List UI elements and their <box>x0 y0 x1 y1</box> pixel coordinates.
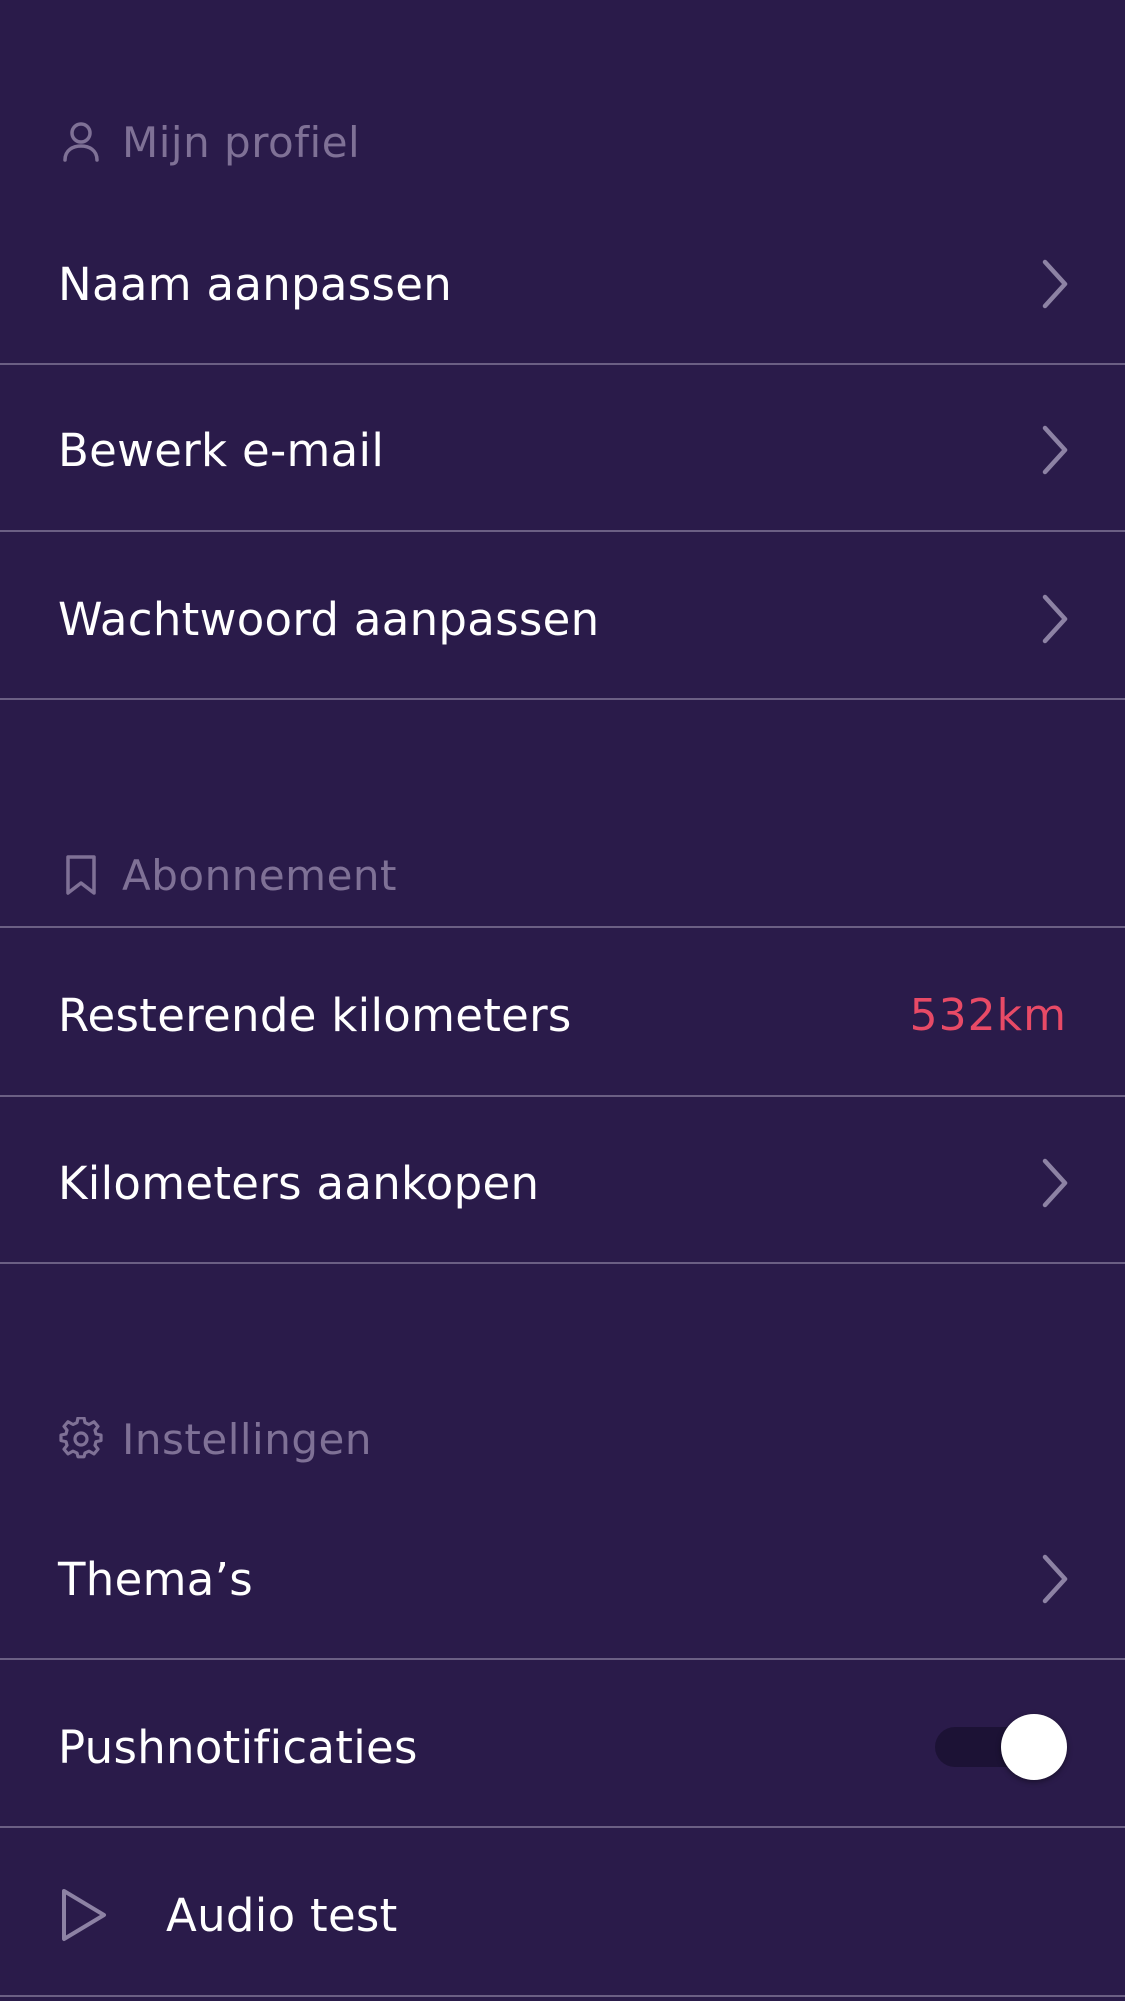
divider <box>0 926 1125 928</box>
divider <box>0 1995 1125 1997</box>
chevron-right-icon <box>1035 589 1075 649</box>
section-header-profile: Mijn profiel <box>58 112 360 172</box>
gear-icon <box>58 1416 104 1462</box>
section-title-subscription: Abonnement <box>122 850 398 900</box>
row-push-notifications: Pushnotificaties <box>0 1664 1125 1830</box>
row-edit-name[interactable]: Naam aanpassen <box>0 201 1125 367</box>
push-notifications-toggle[interactable] <box>935 1714 1067 1780</box>
row-label: Bewerk e-mail <box>58 423 385 477</box>
row-label: Resterende kilometers <box>58 988 572 1042</box>
chevron-right-icon <box>1035 1549 1075 1609</box>
section-header-settings: Instellingen <box>58 1409 372 1469</box>
row-edit-email[interactable]: Bewerk e-mail <box>0 367 1125 533</box>
row-label: Kilometers aankopen <box>58 1156 540 1210</box>
row-label: Naam aanpassen <box>58 257 453 311</box>
divider <box>0 1262 1125 1264</box>
divider <box>0 1095 1125 1097</box>
row-themes[interactable]: Thema’s <box>0 1496 1125 1662</box>
divider <box>0 363 1125 365</box>
row-label: Thema’s <box>58 1552 253 1606</box>
divider <box>0 1826 1125 1828</box>
divider <box>0 698 1125 700</box>
row-audio-test[interactable]: Audio test <box>0 1832 1125 1998</box>
chevron-right-icon <box>1035 420 1075 480</box>
section-header-subscription: Abonnement <box>58 845 397 905</box>
row-label: Wachtwoord aanpassen <box>58 592 600 646</box>
play-icon <box>58 1885 110 1945</box>
row-buy-kilometers[interactable]: Kilometers aankopen <box>0 1100 1125 1266</box>
chevron-right-icon <box>1035 254 1075 314</box>
row-label: Audio test <box>166 1888 398 1942</box>
user-icon <box>58 119 104 165</box>
divider <box>0 530 1125 532</box>
bookmark-icon <box>58 852 104 898</box>
divider <box>0 1658 1125 1660</box>
row-label: Pushnotificaties <box>58 1720 418 1774</box>
remaining-kilometers-value: 532km <box>909 989 1067 1041</box>
toggle-knob <box>1001 1714 1067 1780</box>
row-change-password[interactable]: Wachtwoord aanpassen <box>0 536 1125 702</box>
chevron-right-icon <box>1035 1153 1075 1213</box>
section-title-settings: Instellingen <box>122 1414 372 1464</box>
section-title-profile: Mijn profiel <box>122 117 361 167</box>
row-remaining-kilometers: Resterende kilometers 532km <box>0 932 1125 1098</box>
